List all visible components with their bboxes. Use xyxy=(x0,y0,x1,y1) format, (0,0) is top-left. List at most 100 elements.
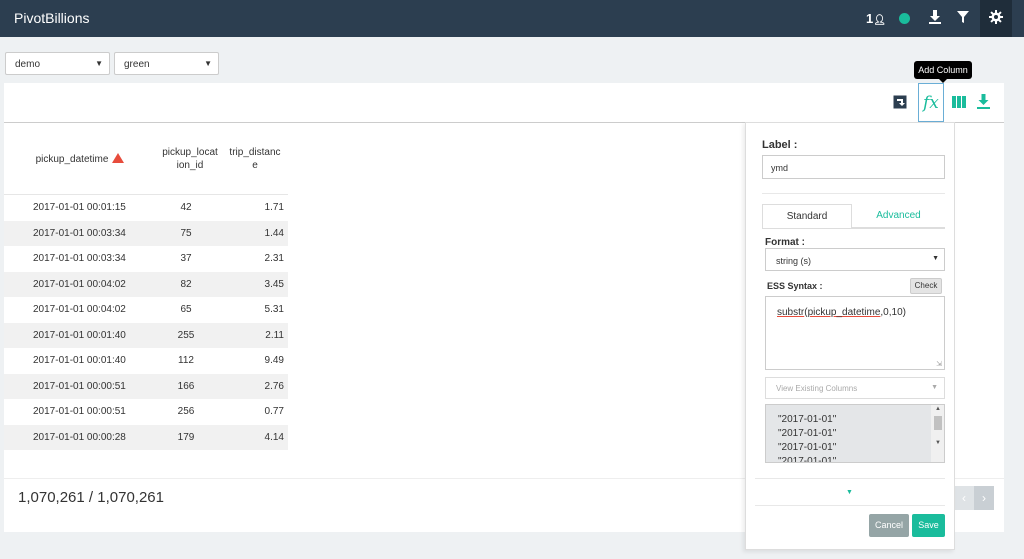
download-icon[interactable] xyxy=(928,9,942,25)
label-divider xyxy=(762,193,945,194)
row-count-total: 1,070,261 xyxy=(97,489,164,506)
cell-trip-distance: 0.77 xyxy=(264,406,284,417)
check-syntax-button[interactable]: Check xyxy=(910,278,942,294)
chevron-down-icon: ▼ xyxy=(932,255,939,262)
chevron-down-icon: ▼ xyxy=(931,384,938,391)
cell-pickup-location-id: 37 xyxy=(180,253,192,264)
tab-advanced[interactable]: Advanced xyxy=(852,204,945,228)
columns-icon[interactable] xyxy=(952,96,966,108)
chevron-down-icon: ▼ xyxy=(204,59,212,68)
sort-ascending-icon xyxy=(112,153,125,163)
table-row[interactable]: 2017-01-01 00:01:15 42 1.71 xyxy=(4,195,288,221)
cell-trip-distance: 4.14 xyxy=(264,431,284,443)
cell-pickup-datetime: 2017-01-01 00:04:02 xyxy=(33,278,126,290)
cell-trip-distance: 2.31 xyxy=(264,253,284,264)
refresh-icon[interactable] xyxy=(893,95,907,109)
user-menu[interactable]: 1👤︎ xyxy=(866,11,886,26)
preview-line: "2017-01-01" xyxy=(778,442,837,453)
status-indicator[interactable] xyxy=(899,13,910,24)
cell-trip-distance: 2.76 xyxy=(264,380,284,392)
cell-pickup-datetime: 2017-01-01 00:03:34 xyxy=(33,253,126,264)
cell-pickup-location-id: 166 xyxy=(177,380,195,392)
cell-pickup-location-id: 255 xyxy=(177,329,195,341)
add-column-tooltip: Add Column xyxy=(914,61,972,83)
cell-trip-distance: 3.45 xyxy=(264,278,284,290)
column-header-label: pickup_datetime xyxy=(35,154,109,165)
table-body: 2017-01-01 00:01:15 42 1.71 2017-01-01 00:0… xyxy=(4,195,288,450)
cell-pickup-location-id: 112 xyxy=(178,355,194,366)
view-columns-placeholder: View Existing Columns xyxy=(776,384,858,393)
table-row[interactable]: 2017-01-01 00:03:34 75 1.44 xyxy=(4,220,288,246)
row-count-shown: 1,070,261 xyxy=(18,489,85,506)
cell-pickup-location-id: 82 xyxy=(180,278,192,290)
cell-pickup-datetime: 2017-01-01 00:04:02 xyxy=(33,304,126,315)
row-count: 1,070,261 / 1,070,261 xyxy=(18,489,164,506)
column-header-label: trip_distanc e xyxy=(229,147,281,171)
preview-line: "2017-01-01" xyxy=(778,428,837,439)
cancel-button[interactable]: Cancel xyxy=(869,514,909,537)
panel-bottom-divider xyxy=(755,478,945,479)
brand-logo[interactable]: PivotBillions xyxy=(14,10,89,26)
scroll-up-icon[interactable]: ▲ xyxy=(935,406,941,412)
cell-pickup-location-id: 179 xyxy=(177,431,195,443)
table-row[interactable]: 2017-01-01 00:04:02 82 3.45 xyxy=(4,271,288,297)
label-input-value: ymd xyxy=(771,163,789,173)
dataset-select-value: demo xyxy=(15,59,41,70)
syntax-function: substr xyxy=(777,307,805,318)
table-row[interactable]: 2017-01-01 00:04:02 65 5.31 xyxy=(4,297,288,323)
column-header-trip-distance[interactable]: trip_distanc e xyxy=(225,146,285,172)
preview-line: "2017-01-01" xyxy=(778,456,837,463)
table-row[interactable]: 2017-01-01 00:03:34 37 2.31 xyxy=(4,246,288,272)
subset-select[interactable]: green ▼ xyxy=(114,52,219,75)
next-page-button[interactable]: › xyxy=(974,486,994,510)
format-select-value: string (s) xyxy=(776,256,812,266)
syntax-rest: ,0,10) xyxy=(880,307,906,318)
chevron-down-icon: ▼ xyxy=(95,59,103,68)
save-button[interactable]: Save xyxy=(912,514,945,537)
cell-pickup-datetime: 2017-01-01 00:00:51 xyxy=(33,406,126,417)
syntax-editor[interactable]: substr(pickup_datetime,0,10) ⇲ xyxy=(765,296,945,370)
view-existing-columns-select[interactable]: View Existing Columns ▼ xyxy=(765,377,945,399)
top-navbar: PivotBillions 1👤︎ xyxy=(0,0,1024,37)
cell-pickup-location-id: 256 xyxy=(177,406,195,417)
tab-divider xyxy=(762,228,945,229)
label-heading: Label : xyxy=(762,139,798,151)
cell-pickup-datetime: 2017-01-01 00:03:34 xyxy=(33,227,126,239)
row-count-separator: / xyxy=(88,489,94,506)
cell-trip-distance: 1.71 xyxy=(264,202,284,213)
table-row[interactable]: 2017-01-01 00:01:40 255 2.11 xyxy=(4,322,288,348)
fx-icon: fx xyxy=(923,93,939,113)
cell-pickup-location-id: 65 xyxy=(180,304,192,315)
gear-icon xyxy=(989,10,1003,24)
dataset-select[interactable]: demo ▼ xyxy=(5,52,110,75)
tab-standard[interactable]: Standard xyxy=(762,204,852,228)
filter-icon[interactable] xyxy=(956,9,970,25)
export-download-icon[interactable] xyxy=(977,94,990,109)
prev-page-button[interactable]: ‹ xyxy=(954,486,974,510)
table-row[interactable]: 2017-01-01 00:00:51 256 0.77 xyxy=(4,399,288,425)
cell-trip-distance: 5.31 xyxy=(264,304,284,315)
format-select[interactable]: string (s) ▼ xyxy=(765,248,945,271)
cell-pickup-location-id: 42 xyxy=(180,202,192,213)
settings-button[interactable] xyxy=(980,0,1012,37)
actions-divider xyxy=(755,505,945,506)
preview-scroll-thumb[interactable] xyxy=(934,416,942,430)
add-column-button[interactable]: fx xyxy=(918,83,944,122)
label-input[interactable]: ymd xyxy=(762,155,945,179)
format-heading: Format : xyxy=(765,237,805,248)
table-row[interactable]: 2017-01-01 00:00:51 166 2.76 xyxy=(4,373,288,399)
cell-trip-distance: 9.49 xyxy=(264,355,284,366)
expand-caret-icon[interactable]: ▼ xyxy=(846,489,853,496)
scroll-down-icon[interactable]: ▼ xyxy=(935,440,941,446)
resize-handle-icon[interactable]: ⇲ xyxy=(936,360,942,368)
preview-output[interactable]: "2017-01-01" "2017-01-01" "2017-01-01" "… xyxy=(765,404,945,463)
table-row[interactable]: 2017-01-01 00:01:40 112 9.49 xyxy=(4,348,288,374)
table-row[interactable]: 2017-01-01 00:00:28 179 4.14 xyxy=(4,424,288,450)
column-header-label: pickup_locat ion_id xyxy=(162,147,218,171)
preview-scrollbar[interactable] xyxy=(931,405,944,462)
cell-pickup-location-id: 75 xyxy=(180,227,192,239)
column-header-pickup-location-id[interactable]: pickup_locat ion_id xyxy=(158,146,222,172)
column-header-pickup-datetime[interactable]: pickup_datetime xyxy=(30,153,130,166)
cell-pickup-datetime: 2017-01-01 00:01:40 xyxy=(33,329,126,341)
user-icon: 👤︎ xyxy=(873,15,886,26)
